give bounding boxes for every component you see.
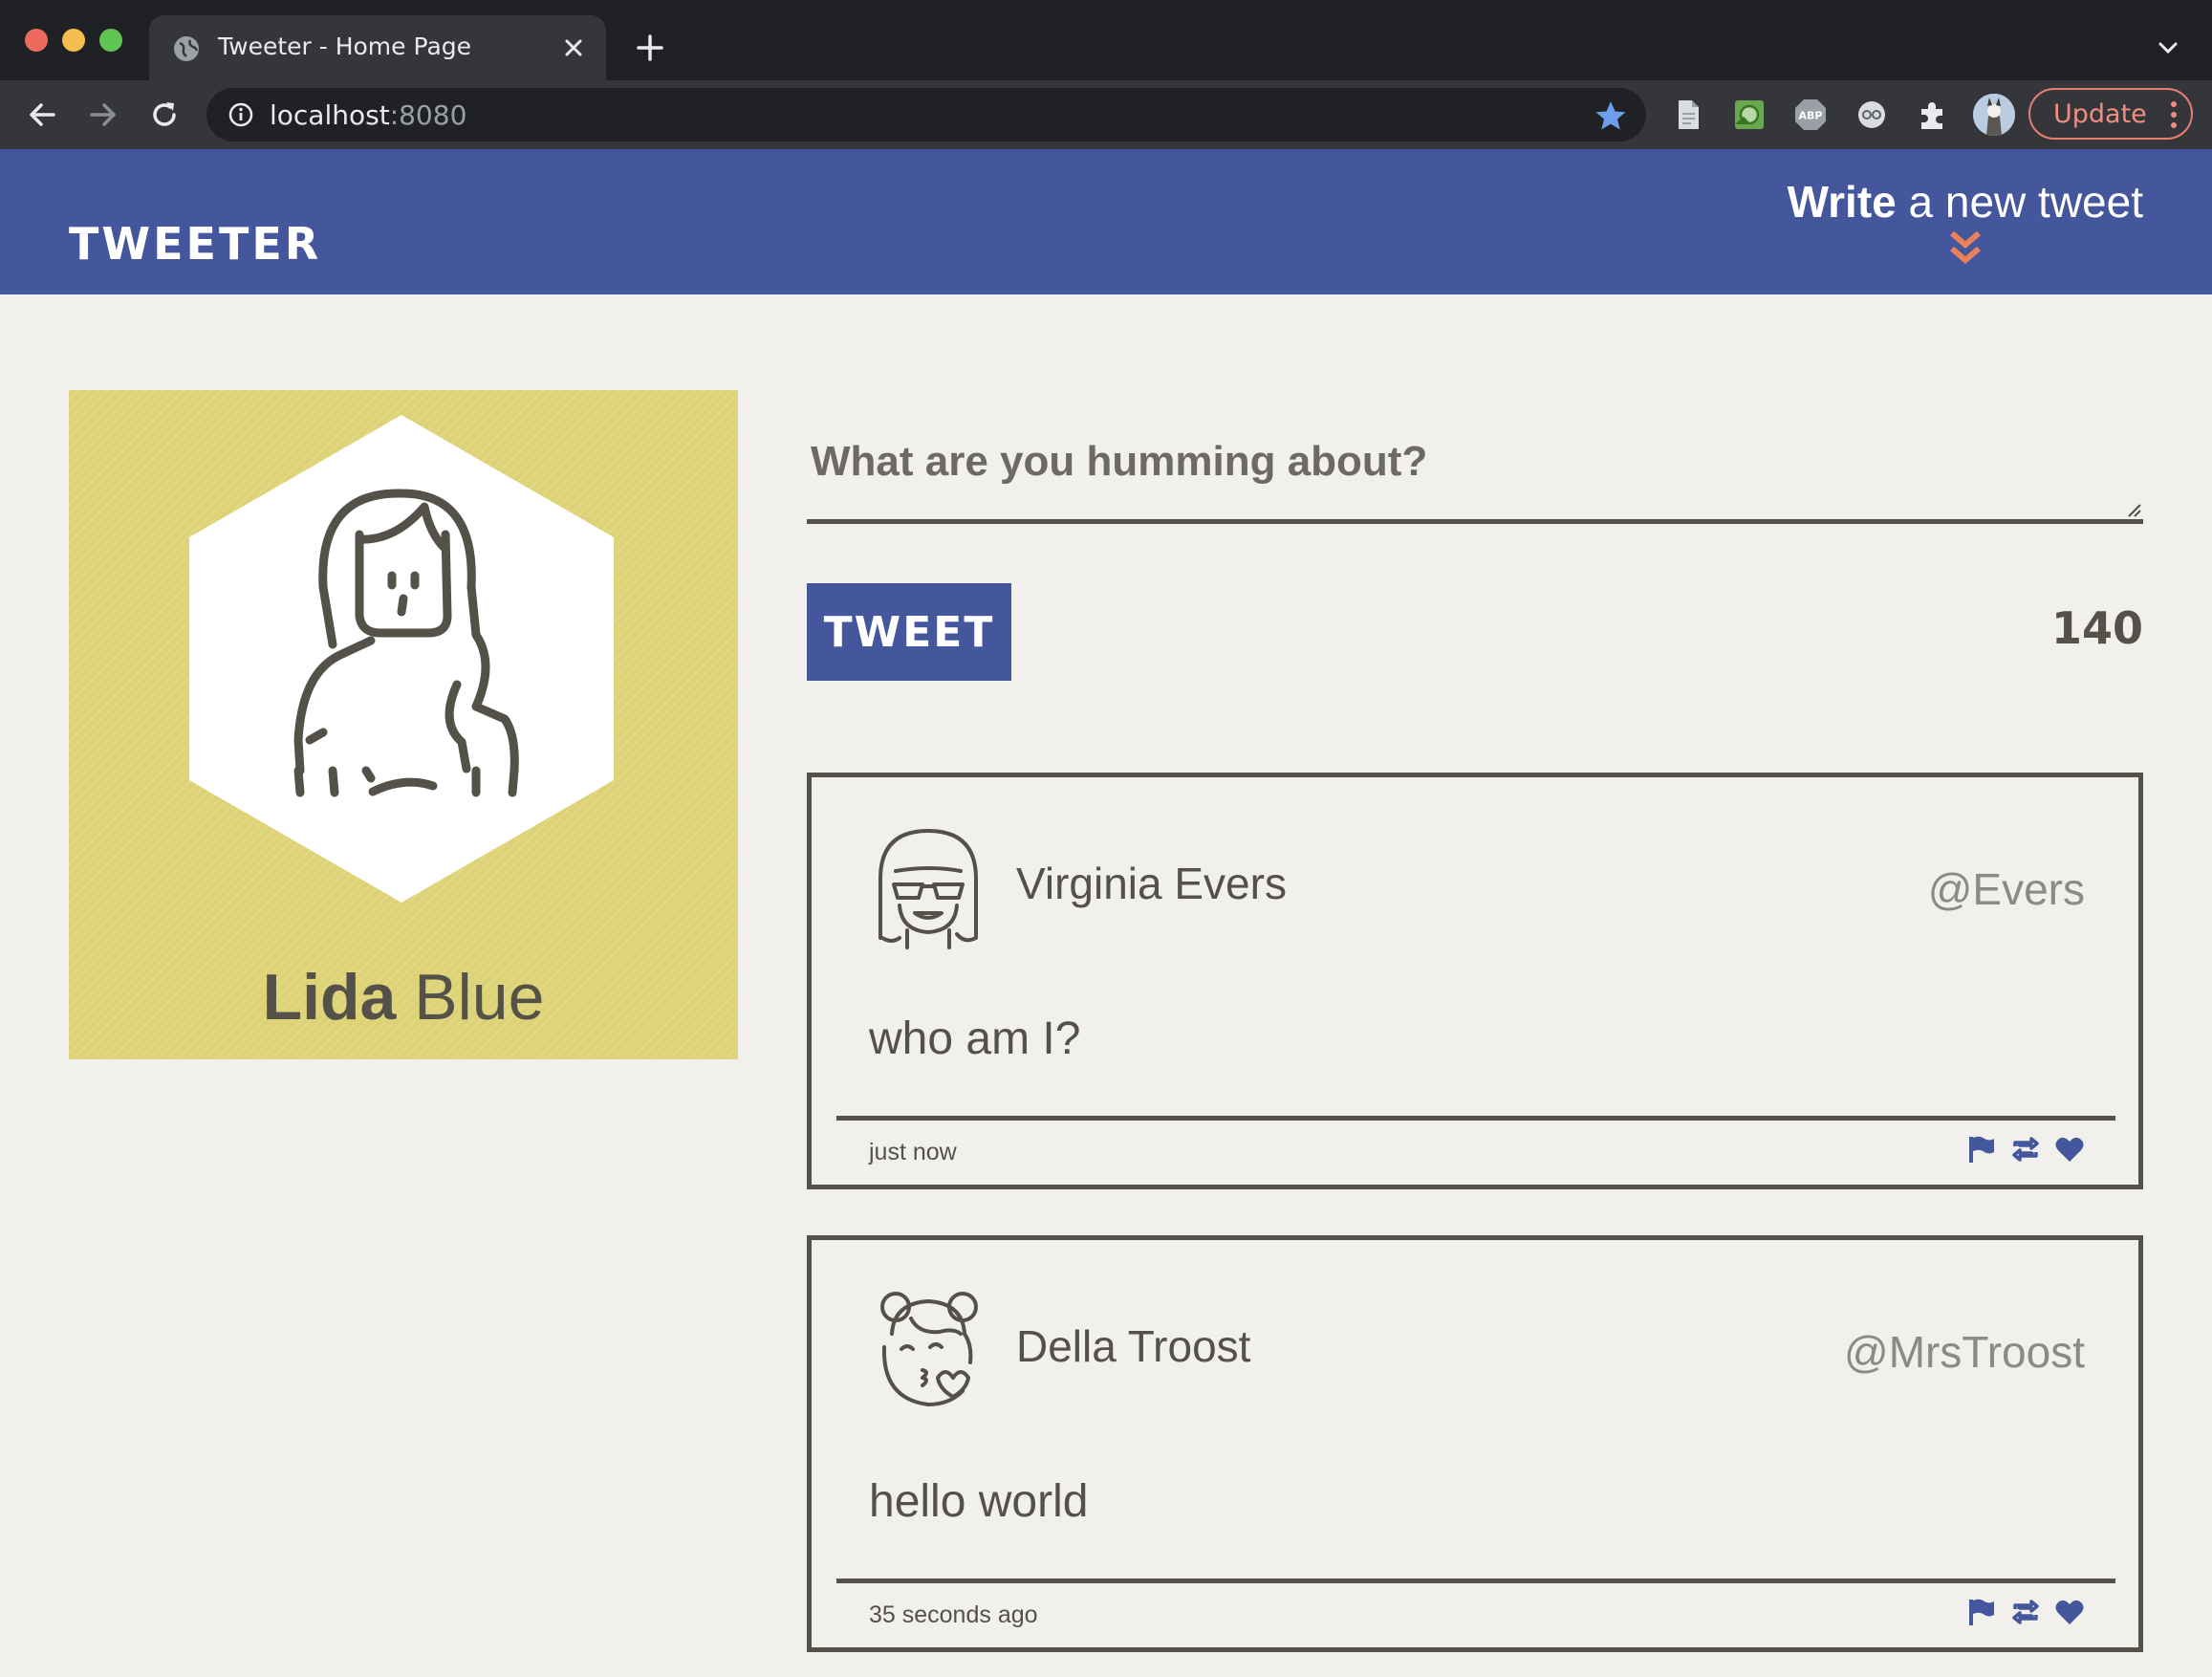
tweet-actions xyxy=(1956,1598,2085,1626)
tweet-submit-button[interactable]: TWEET xyxy=(807,583,1011,681)
svg-text:ABP: ABP xyxy=(1799,110,1823,122)
chevron-down-icon[interactable] xyxy=(2155,34,2181,61)
tweet-author-name: Della Troost xyxy=(1016,1321,1251,1371)
active-tab[interactable]: Tweeter - Home Page xyxy=(149,15,606,80)
profile-name: Lida Blue xyxy=(69,960,738,1035)
bookmark-star-icon[interactable] xyxy=(1594,99,1627,132)
photo-extension-icon[interactable] xyxy=(1732,98,1767,132)
profile-first-name: Lida xyxy=(262,961,397,1034)
adblock-extension-icon[interactable]: ABP xyxy=(1793,98,1828,132)
character-counter: 140 xyxy=(2050,602,2143,654)
tweet-card: Virginia Evers @Evers who am I? just now xyxy=(807,773,2143,1189)
heart-icon[interactable] xyxy=(2054,1598,2085,1626)
close-window-button[interactable] xyxy=(25,29,48,52)
write-new-tweet-toggle[interactable]: Write a new tweet xyxy=(1788,176,2143,268)
site-header: TWEETER Write a new tweet xyxy=(0,149,2212,294)
profile-avatar-icon[interactable] xyxy=(1973,94,2015,136)
forward-icon[interactable] xyxy=(86,98,120,132)
address-bar[interactable]: localhost:8080 xyxy=(206,88,1646,142)
new-tweet-form xyxy=(807,428,2143,524)
profile-last-name: Blue xyxy=(396,961,545,1034)
new-tab-icon[interactable] xyxy=(635,33,665,63)
profile-avatar-image xyxy=(189,415,614,903)
zoom-window-button[interactable] xyxy=(99,29,122,52)
update-button[interactable]: Update xyxy=(2028,88,2193,140)
compose-label-rest: a new tweet xyxy=(1896,177,2144,227)
tweet-card: Della Troost @MrsTroost hello world 35 s… xyxy=(807,1235,2143,1652)
compose-label-bold: Write xyxy=(1787,177,1897,227)
back-icon[interactable] xyxy=(25,98,59,132)
tweet-body: hello world xyxy=(869,1476,1089,1527)
double-chevron-down-icon[interactable] xyxy=(1946,229,1984,268)
tweet-timestamp: just now xyxy=(869,1139,957,1165)
globe-icon xyxy=(174,36,199,61)
update-button-label: Update xyxy=(2053,99,2147,129)
user-profile-card: Lida Blue xyxy=(69,390,738,1059)
resize-grip-icon[interactable] xyxy=(2124,500,2141,517)
brand-logo[interactable]: TWEETER xyxy=(69,218,321,270)
tweet-author-handle: @MrsTroost xyxy=(1844,1327,2085,1377)
tweet-timestamp: 35 seconds ago xyxy=(869,1601,1038,1628)
tweet-author-handle: @Evers xyxy=(1927,864,2085,914)
tweet-actions xyxy=(1956,1135,2085,1164)
url-port: :8080 xyxy=(389,99,467,131)
retweet-icon[interactable] xyxy=(2010,1598,2041,1626)
tweet-divider xyxy=(836,1116,2115,1121)
browser-tab-strip: Tweeter - Home Page xyxy=(0,0,2212,80)
close-tab-icon[interactable] xyxy=(560,34,587,61)
reload-icon[interactable] xyxy=(147,98,182,132)
ghost-extension-icon[interactable] xyxy=(1854,98,1889,132)
tweet-body: who am I? xyxy=(869,1013,1081,1064)
document-extension-icon[interactable] xyxy=(1671,98,1705,132)
flag-icon[interactable] xyxy=(1965,1598,1996,1626)
more-menu-icon[interactable] xyxy=(2170,99,2178,130)
info-icon[interactable] xyxy=(228,101,254,128)
tab-title: Tweeter - Home Page xyxy=(218,33,472,60)
tweet-divider xyxy=(836,1579,2115,1583)
url-text: localhost:8080 xyxy=(270,99,466,131)
heart-icon[interactable] xyxy=(2054,1135,2085,1164)
retweet-icon[interactable] xyxy=(2010,1135,2041,1164)
minimize-window-button[interactable] xyxy=(62,29,85,52)
url-host: localhost xyxy=(270,99,390,131)
tweet-textarea[interactable] xyxy=(807,428,2143,514)
puzzle-extensions-icon[interactable] xyxy=(1916,98,1950,132)
flag-icon[interactable] xyxy=(1965,1135,1996,1164)
browser-toolbar: localhost:8080 ABP Update xyxy=(0,80,2212,149)
user-avatar xyxy=(880,1292,978,1406)
tweet-author-name: Virginia Evers xyxy=(1016,859,1287,908)
user-avatar xyxy=(878,829,978,949)
